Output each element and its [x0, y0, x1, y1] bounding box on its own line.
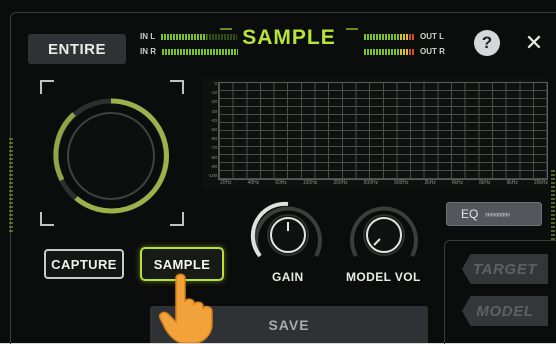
output-left-label: OUT L: [420, 32, 444, 41]
db-tick-label: -80: [210, 154, 217, 160]
eq-button[interactable]: EQ »»»»»»»»: [446, 202, 542, 226]
right-edge-decoration: [551, 170, 555, 240]
gain-knob-icon: [250, 201, 322, 258]
eq-db-scale: 0 -10 -20 -30 -40 -50 -60 -70 -80 -90 -1…: [202, 81, 217, 178]
input-right-label: IN R: [140, 47, 156, 56]
capture-ring-display: [40, 80, 184, 226]
freq-tick-label: 6kHz: [451, 180, 464, 186]
model-vol-label: MODEL VOL: [346, 270, 421, 284]
db-tick-label: -10: [210, 90, 217, 96]
db-tick-label: -100: [207, 172, 217, 178]
eq-button-label: EQ: [461, 207, 479, 221]
freq-tick-label: 8kHz: [479, 180, 491, 186]
eq-grid: [218, 82, 548, 180]
input-left-level-bar: [161, 33, 238, 40]
output-right-meter: OUT R: [364, 47, 445, 56]
freq-tick-label: 40Hz: [247, 180, 260, 186]
eq-graph: 0 -10 -20 -30 -40 -50 -60 -70 -80 -90 -1…: [202, 78, 548, 190]
db-tick-label: -30: [210, 108, 217, 114]
db-tick-label: -90: [210, 163, 217, 169]
freq-tick-label: 900Hz: [394, 180, 409, 186]
freq-tick-label: 300Hz: [333, 180, 348, 186]
close-button[interactable]: ✕: [523, 28, 545, 58]
db-tick-label: 0: [214, 81, 217, 86]
db-tick-label: -40: [210, 117, 217, 123]
freq-tick-label: 2kHz: [424, 180, 436, 186]
input-right-meter: IN R: [140, 47, 238, 56]
input-right-level-bar: [162, 48, 238, 55]
db-tick-label: -50: [210, 126, 217, 132]
eq-frequency-scale: 20Hz 40Hz 60Hz 100Hz 300Hz 500Hz 900Hz 2…: [220, 180, 548, 186]
gain-label: GAIN: [272, 270, 304, 284]
sample-screen: ENTIRE IN L IN R SAMPLE OUT L OUT R ? ✕ …: [0, 0, 556, 344]
output-right-level-bar: [364, 48, 414, 55]
db-tick-label: -60: [210, 136, 217, 142]
input-left-meter: IN L: [140, 32, 238, 41]
model-vol-knob[interactable]: [344, 198, 424, 273]
target-button[interactable]: TARGET: [462, 254, 548, 284]
db-tick-label: -70: [210, 145, 217, 151]
capture-button[interactable]: CAPTURE: [44, 249, 124, 279]
output-right-label: OUT R: [420, 47, 445, 56]
freq-tick-label: 20kHz: [533, 180, 548, 186]
pointing-hand-icon: [158, 273, 213, 343]
output-left-level-bar: [364, 33, 414, 40]
model-vol-knob-icon: [350, 206, 418, 257]
freq-tick-label: 500Hz: [363, 180, 379, 186]
input-left-label: IN L: [140, 32, 156, 41]
page-title: SAMPLE: [242, 26, 336, 49]
freq-tick-label: 100Hz: [302, 180, 318, 186]
help-button[interactable]: ?: [474, 30, 500, 56]
freq-tick-label: 60Hz: [275, 180, 287, 186]
db-tick-label: -20: [210, 99, 217, 105]
output-left-meter: OUT L: [364, 32, 444, 41]
chevrons-right-icon: »»»»»»»»: [484, 209, 510, 219]
title-ornament-left: [220, 28, 232, 30]
entire-button[interactable]: ENTIRE: [28, 34, 126, 64]
gain-knob[interactable]: [248, 198, 328, 273]
left-edge-decoration: [9, 138, 13, 233]
progress-ring-icon: [53, 98, 169, 214]
title-ornament-right: [346, 28, 358, 30]
freq-tick-label: 20Hz: [220, 180, 232, 186]
freq-tick-label: 9kHz: [506, 180, 518, 186]
model-button[interactable]: MODEL: [462, 296, 548, 326]
